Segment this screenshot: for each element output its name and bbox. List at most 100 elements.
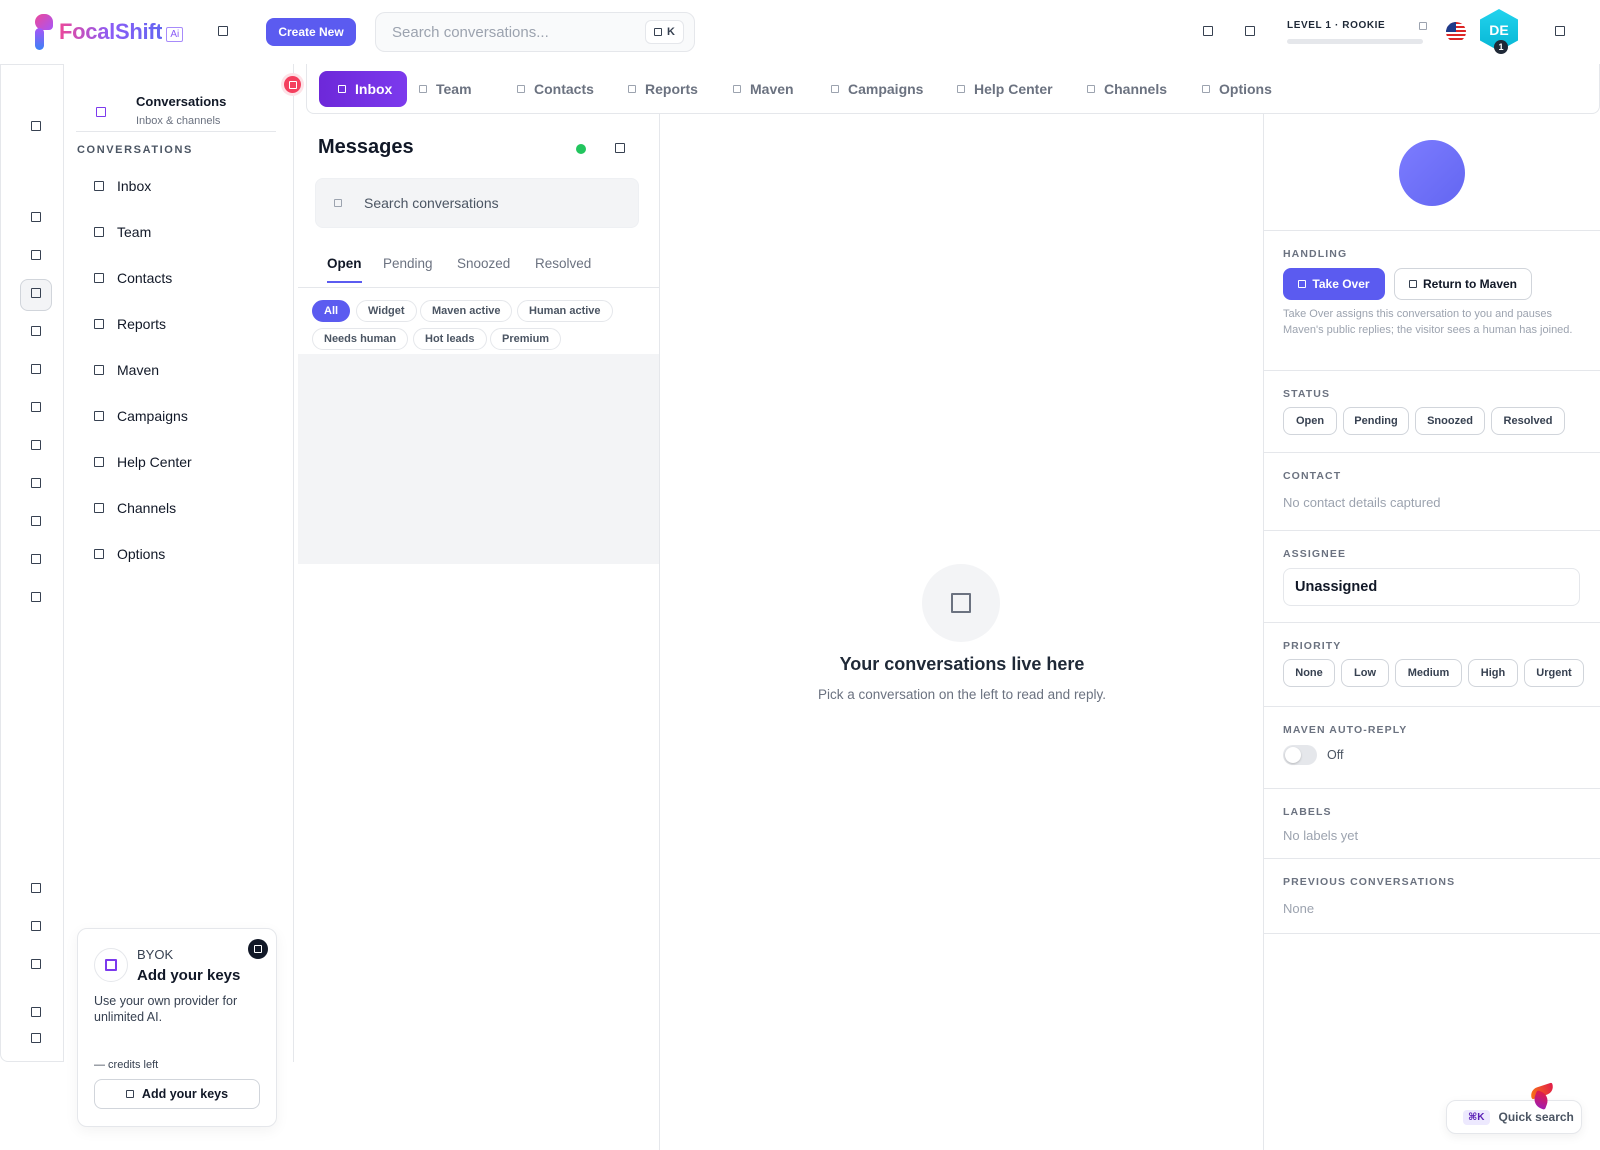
priority-medium-button[interactable]: Medium — [1395, 659, 1462, 687]
filter-chip-hot-leads[interactable]: Hot leads — [413, 328, 487, 350]
conversation-search[interactable]: Search conversations — [315, 178, 639, 228]
priority-low-button[interactable]: Low — [1341, 659, 1389, 687]
us-flag-icon[interactable] — [1446, 22, 1466, 42]
rail-home-icon[interactable] — [31, 121, 41, 131]
status-tab-pending[interactable]: Pending — [383, 256, 433, 281]
rail-tasks-icon[interactable] — [31, 250, 41, 260]
tab-team[interactable]: Team — [419, 71, 472, 107]
contact-avatar — [1399, 140, 1465, 206]
rail-campaigns-icon[interactable] — [31, 402, 41, 412]
tab-maven[interactable]: Maven — [733, 71, 794, 107]
status-snoozed-button[interactable]: Snoozed — [1415, 407, 1485, 435]
global-search[interactable]: Search conversations... K — [375, 12, 695, 52]
auto-reply-section: MAVEN AUTO-REPLY Off — [1264, 706, 1600, 788]
messages-title: Messages — [318, 136, 414, 158]
status-tab-snoozed[interactable]: Snoozed — [457, 256, 510, 281]
theme-icon[interactable] — [1245, 26, 1255, 36]
rail-automation-icon[interactable] — [31, 478, 41, 488]
level-progress[interactable]: LEVEL 1 · ROOKIE — [1287, 20, 1427, 44]
conversation-search-input[interactable]: Search conversations — [364, 195, 499, 211]
hummingbird-mascot-icon[interactable] — [1526, 1080, 1560, 1110]
rail-files-icon[interactable] — [31, 516, 41, 526]
return-to-maven-button[interactable]: Return to Maven — [1394, 268, 1532, 300]
rail-calendar-icon[interactable] — [31, 326, 41, 336]
rail-contacts-icon[interactable] — [31, 364, 41, 374]
priority-urgent-button[interactable]: Urgent — [1524, 659, 1584, 687]
rail-reports-icon[interactable] — [31, 440, 41, 450]
status-open-button[interactable]: Open — [1283, 407, 1337, 435]
status-section: STATUS Open Pending Snoozed Resolved — [1264, 370, 1600, 452]
conversations-sidebar: Conversations Inbox & channels CONVERSAT… — [64, 64, 294, 1062]
team-icon — [94, 227, 104, 237]
more-icon[interactable] — [1555, 26, 1565, 36]
sidebar-item-options[interactable]: Options — [94, 544, 165, 564]
rail-billing-icon[interactable] — [31, 921, 41, 931]
sidebar-toggle-icon[interactable] — [218, 26, 228, 36]
sidebar-item-team[interactable]: Team — [94, 222, 151, 242]
info-icon — [1419, 21, 1427, 30]
tab-campaigns[interactable]: Campaigns — [831, 71, 923, 107]
tab-help-center[interactable]: Help Center — [957, 71, 1053, 107]
help-center-icon — [94, 457, 104, 467]
filter-chip-needs-human[interactable]: Needs human — [312, 328, 409, 350]
module-tabs: Inbox Team Contacts Reports Maven Campai… — [306, 64, 1600, 114]
command-icon — [654, 28, 663, 36]
priority-section: PRIORITY None Low Medium High Urgent — [1264, 622, 1600, 706]
rail-help-icon[interactable] — [31, 883, 41, 893]
priority-high-button[interactable]: High — [1468, 659, 1518, 687]
tab-reports[interactable]: Reports — [628, 71, 698, 107]
inbox-icon — [94, 181, 104, 191]
status-resolved-button[interactable]: Resolved — [1491, 407, 1565, 435]
status-tab-open[interactable]: Open — [327, 256, 362, 283]
brand-logo[interactable]: FocalShift Ai — [33, 14, 184, 50]
conversations-icon — [96, 107, 106, 117]
rail-profile-icon[interactable] — [31, 1007, 41, 1017]
filter-chip-widget[interactable]: Widget — [356, 300, 417, 322]
rail-integrations-icon[interactable] — [31, 554, 41, 564]
labels-label: LABELS — [1283, 806, 1332, 818]
tab-channels[interactable]: Channels — [1087, 71, 1167, 107]
tab-contacts[interactable]: Contacts — [517, 71, 594, 107]
status-tab-resolved[interactable]: Resolved — [535, 256, 591, 281]
rail-dashboard-icon[interactable] — [31, 212, 41, 222]
filter-chip-maven-active[interactable]: Maven active — [420, 300, 513, 322]
tab-inbox[interactable]: Inbox — [319, 71, 407, 107]
collapse-sidebar-icon[interactable] — [284, 76, 301, 93]
filter-chip-human-active[interactable]: Human active — [517, 300, 613, 322]
previous-conversations-value: None — [1283, 901, 1315, 916]
create-new-button[interactable]: Create New — [266, 18, 356, 46]
take-over-button[interactable]: Take Over — [1283, 268, 1385, 300]
filter-chip-all[interactable]: All — [312, 300, 351, 322]
sidebar-item-maven[interactable]: Maven — [94, 360, 159, 380]
bot-icon — [1408, 280, 1417, 288]
rail-apps-icon[interactable] — [31, 592, 41, 602]
rail-conversations-icon[interactable] — [31, 288, 41, 298]
filter-chip-premium[interactable]: Premium — [490, 328, 562, 350]
sidebar-item-inbox[interactable]: Inbox — [94, 176, 151, 196]
tab-options[interactable]: Options — [1202, 71, 1272, 107]
status-pending-button[interactable]: Pending — [1343, 407, 1409, 435]
global-search-input[interactable]: Search conversations... — [392, 24, 645, 41]
compose-icon[interactable] — [615, 143, 625, 153]
channels-icon — [94, 503, 104, 513]
sidebar-item-help-center[interactable]: Help Center — [94, 452, 192, 472]
rail-logout-icon[interactable] — [31, 1033, 41, 1043]
add-keys-button[interactable]: Add your keys — [94, 1079, 260, 1109]
rail-settings-icon[interactable] — [31, 959, 41, 969]
priority-none-button[interactable]: None — [1283, 659, 1335, 687]
priority-label: PRIORITY — [1283, 640, 1342, 652]
empty-state-title: Your conversations live here — [839, 654, 1085, 674]
hand-icon — [1298, 280, 1307, 288]
assignee-select[interactable]: Unassigned — [1283, 568, 1580, 606]
sidebar-item-campaigns[interactable]: Campaigns — [94, 406, 188, 426]
key-icon — [125, 1090, 134, 1098]
assignee-label: ASSIGNEE — [1283, 548, 1347, 560]
sidebar-item-contacts[interactable]: Contacts — [94, 268, 172, 288]
quick-search-button[interactable]: ⌘K Quick search — [1446, 1100, 1582, 1134]
sidebar-item-reports[interactable]: Reports — [94, 314, 166, 334]
sidebar-item-channels[interactable]: Channels — [94, 498, 176, 518]
auto-reply-toggle[interactable] — [1283, 745, 1317, 765]
online-status-dot — [576, 144, 586, 154]
close-icon[interactable] — [248, 939, 268, 959]
notifications-icon[interactable] — [1203, 26, 1213, 36]
